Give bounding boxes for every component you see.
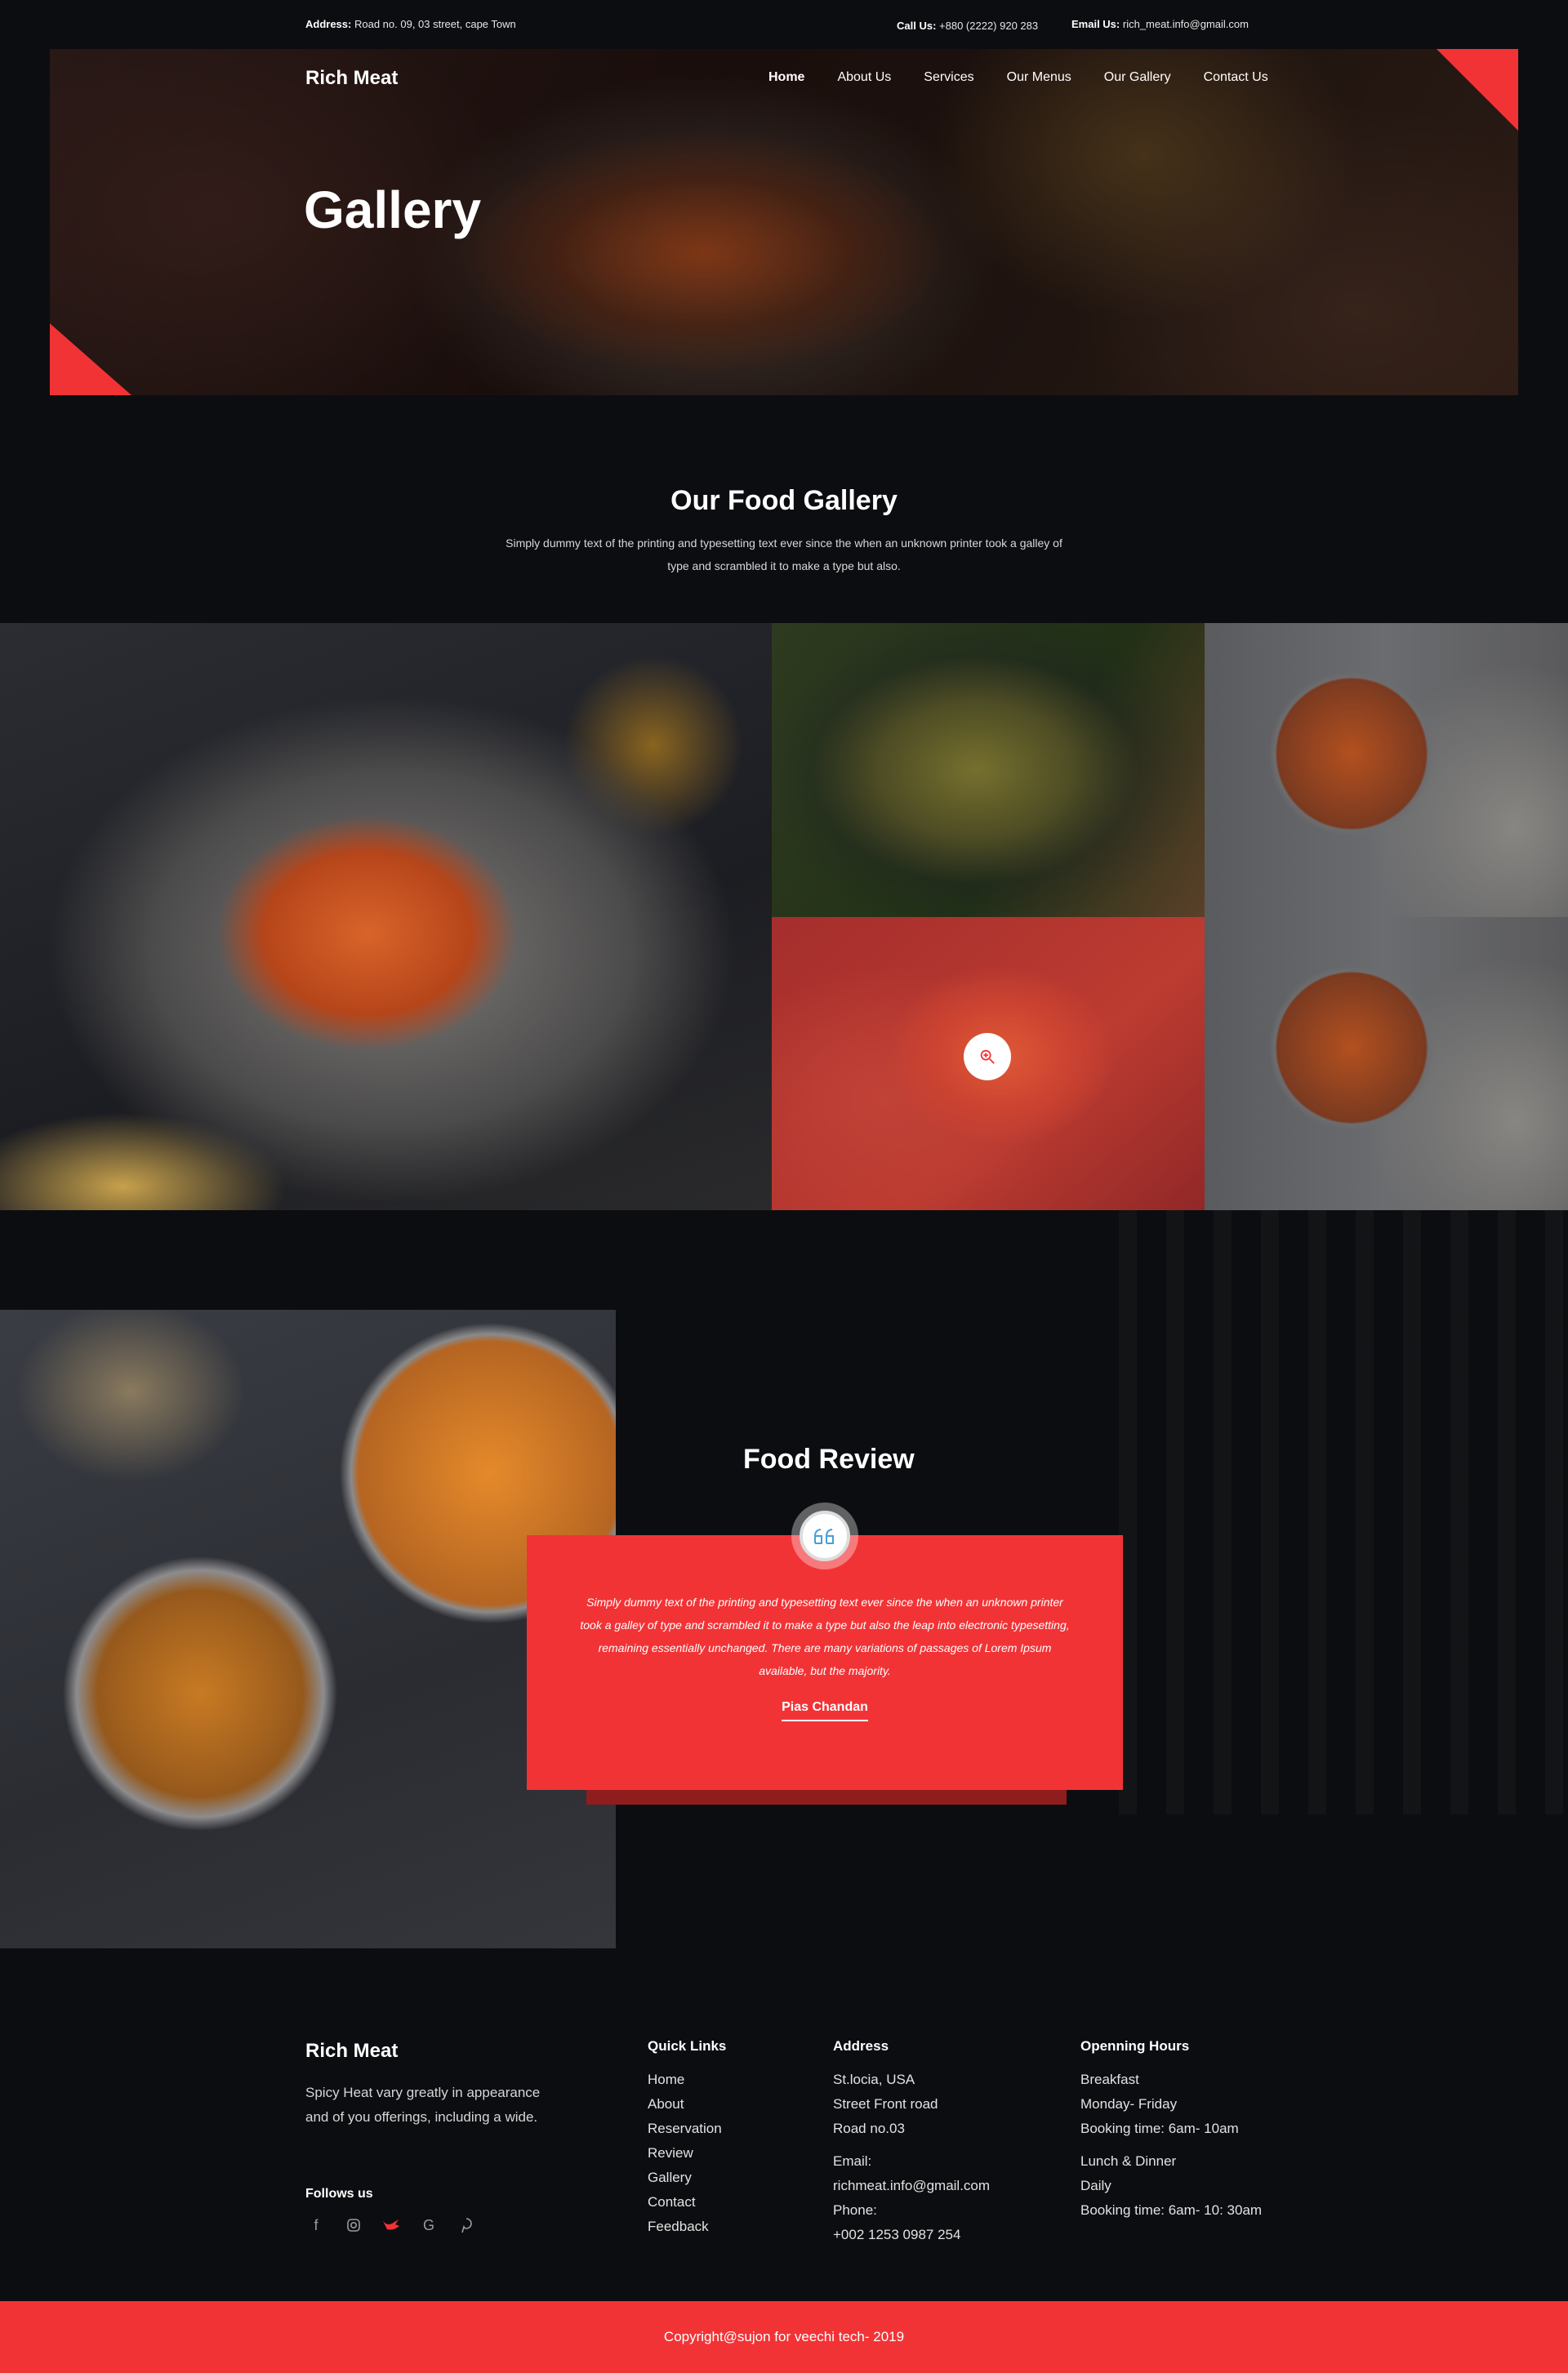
address-label: Address: <box>305 18 352 30</box>
topbar-address: Address: Road no. 09, 03 street, cape To… <box>305 18 516 30</box>
corner-accent-top-right <box>1437 49 1518 131</box>
nav-home[interactable]: Home <box>768 70 804 85</box>
footer-link-review[interactable]: Review <box>648 2141 726 2166</box>
pinterest-icon[interactable] <box>456 2215 477 2236</box>
google-icon[interactable]: G <box>418 2215 439 2236</box>
hours-line: Breakfast <box>1080 2072 1139 2087</box>
call-label: Call Us: <box>897 20 937 32</box>
footer-email[interactable]: richmeat.info@gmail.com <box>833 2174 990 2198</box>
nav-contact-us[interactable]: Contact Us <box>1204 70 1268 85</box>
address-line: St.locia, USA <box>833 2072 915 2087</box>
review-title: Food Review <box>743 1444 915 1475</box>
topbar-email: Email Us: rich_meat.info@gmail.com <box>1071 18 1249 30</box>
address-title: Address <box>833 2038 889 2054</box>
spacer <box>833 2141 990 2149</box>
gallery-description: Simply dummy text of the printing and ty… <box>506 536 1062 572</box>
topbar-call: Call Us: +880 (2222) 920 283 <box>897 20 1038 32</box>
gallery-image-stew-top[interactable] <box>1205 623 1568 917</box>
address-line: Road no.03 <box>833 2121 905 2136</box>
top-bar: Address: Road no. 09, 03 street, cape To… <box>0 0 1568 49</box>
footer-phone[interactable]: +002 1253 0987 254 <box>833 2223 990 2247</box>
gallery-title: Our Food Gallery <box>670 485 898 516</box>
footer-link-reservation[interactable]: Reservation <box>648 2117 726 2141</box>
quote-badge <box>791 1503 858 1569</box>
nav-about-us[interactable]: About Us <box>837 70 891 85</box>
hours-line: Daily <box>1080 2178 1111 2193</box>
gallery-image-stew-bottom[interactable] <box>1205 917 1568 1210</box>
review-food-image <box>0 1310 616 1948</box>
phone-label: Phone: <box>833 2202 877 2218</box>
review-author[interactable]: Pias Chandan <box>782 1700 868 1721</box>
hours-line: Booking time: 6am- 10am <box>1080 2121 1239 2136</box>
spacer <box>1080 2141 1262 2149</box>
hours-line: Lunch & Dinner <box>1080 2153 1177 2169</box>
gallery-section-header: Our Food Gallery Simply dummy text of th… <box>0 485 1568 577</box>
quick-links-column: Quick Links Home About Reservation Revie… <box>648 2038 726 2239</box>
corner-accent-bottom-left <box>50 323 131 395</box>
hours-line: Booking time: 6am- 10: 30am <box>1080 2202 1263 2218</box>
facebook-icon[interactable]: f <box>305 2215 327 2236</box>
address-line: Street Front road <box>833 2096 938 2112</box>
quote-icon <box>814 1529 834 1544</box>
page-title: Gallery <box>304 180 482 239</box>
review-card: Simply dummy text of the printing and ty… <box>527 1535 1123 1790</box>
quick-links-title: Quick Links <box>648 2038 727 2054</box>
call-value[interactable]: +880 (2222) 920 283 <box>939 20 1038 32</box>
hours-column: Openning Hours Breakfast Monday- Friday … <box>1080 2038 1262 2223</box>
main-nav: Home About Us Services Our Menus Our Gal… <box>768 70 1268 85</box>
decorative-stripes <box>1119 1210 1568 1814</box>
footer-link-home[interactable]: Home <box>648 2068 726 2092</box>
hours-line: Monday- Friday <box>1080 2096 1178 2112</box>
footer-link-contact[interactable]: Contact <box>648 2190 726 2215</box>
nav-services[interactable]: Services <box>924 70 973 85</box>
address-column: Address St.locia, USA Street Front road … <box>833 2038 990 2247</box>
footer-link-about[interactable]: About <box>648 2092 726 2117</box>
footer: Rich Meat Spicy Heat vary greatly in app… <box>0 1948 1568 2301</box>
nav-our-gallery[interactable]: Our Gallery <box>1104 70 1171 85</box>
nav-our-menus[interactable]: Our Menus <box>1007 70 1071 85</box>
email-label: Email: <box>833 2153 872 2169</box>
email-label: Email Us: <box>1071 18 1120 30</box>
twitter-icon[interactable] <box>381 2215 402 2236</box>
site-logo[interactable]: Rich Meat <box>305 67 398 90</box>
social-links: f G <box>305 2215 477 2236</box>
follow-title: Follows us <box>305 2187 373 2201</box>
footer-description: Spicy Heat vary greatly in appearance an… <box>305 2085 541 2125</box>
footer-link-gallery[interactable]: Gallery <box>648 2166 726 2190</box>
review-text: Simply dummy text of the printing and ty… <box>580 1596 1070 1677</box>
gallery-image-curry-bowl[interactable] <box>0 623 772 1210</box>
hero-banner: Rich Meat Home About Us Services Our Men… <box>50 49 1518 395</box>
gallery-image-chicken-rice[interactable] <box>772 917 1205 1210</box>
copyright-bar: Copyright@sujon for veechi tech- 2019 <box>0 2301 1568 2373</box>
footer-brand[interactable]: Rich Meat <box>305 2040 398 2063</box>
zoom-in-icon <box>980 1049 995 1064</box>
email-value[interactable]: rich_meat.info@gmail.com <box>1123 18 1249 30</box>
hours-title: Openning Hours <box>1080 2038 1190 2054</box>
quote-badge-inner <box>800 1511 850 1561</box>
footer-link-feedback[interactable]: Feedback <box>648 2215 726 2239</box>
zoom-button[interactable] <box>964 1033 1011 1080</box>
address-value: Road no. 09, 03 street, cape Town <box>354 18 516 30</box>
gallery-image-potatoes[interactable] <box>772 623 1205 917</box>
instagram-icon[interactable] <box>343 2215 364 2236</box>
